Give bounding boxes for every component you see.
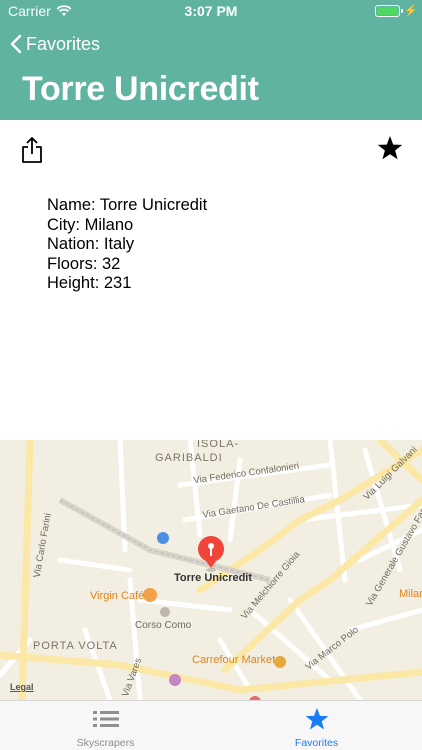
map-pin-icon[interactable]: [197, 536, 225, 572]
skyscraper-details: Name: Torre Unicredit City: Milano Natio…: [47, 196, 207, 294]
tab-bar: Skyscrapers Favorites: [0, 700, 422, 750]
share-button[interactable]: [20, 136, 44, 164]
share-icon: [22, 137, 42, 163]
detail-height: Height: 231: [47, 274, 132, 292]
tab-favorites[interactable]: Favorites: [211, 701, 422, 750]
detail-city: City: Milano: [47, 215, 134, 234]
star-icon: [377, 136, 403, 160]
status-time: 3:07 PM: [184, 3, 238, 19]
map-label-milan: Milar: [399, 588, 422, 600]
star-icon: [305, 707, 328, 730]
map-label-carrefour: Carrefour Market: [192, 654, 276, 666]
detail-nation: Nation: Italy: [47, 235, 135, 253]
map-pin-label: Torre Unicredit: [174, 572, 253, 584]
back-button[interactable]: Favorites: [10, 30, 100, 58]
map-label-virgin-cafe: Virgin Café: [90, 590, 145, 602]
list-icon: [92, 711, 119, 727]
tab-favorites-label: Favorites: [294, 737, 339, 749]
page-title: Torre Unicredit: [22, 70, 259, 108]
map-legal-link[interactable]: Legal: [10, 682, 34, 692]
map-label-corso-como: Corso Como: [135, 620, 192, 631]
tab-skyscrapers[interactable]: Skyscrapers: [0, 701, 211, 750]
map-label-porta-volta: PORTA VOLTA: [33, 640, 118, 652]
map-label-isola: ISOLA-: [197, 440, 240, 450]
battery-icon: [375, 5, 403, 17]
detail-floors: Floors: 32: [47, 254, 121, 273]
favorite-button[interactable]: [376, 134, 404, 162]
status-bar: Carrier 3:07 PM ⚡: [0, 0, 422, 22]
back-button-label: Favorites: [26, 33, 101, 54]
navigation-header: Carrier 3:07 PM ⚡ Favorites Torre Unicre…: [0, 0, 422, 120]
detail-name: Name: Torre Unicredit: [47, 196, 208, 214]
tab-skyscrapers-label: Skyscrapers: [76, 737, 135, 749]
map-label-garibaldi: GARIBALDI: [155, 452, 223, 464]
chevron-left-icon: [10, 34, 22, 54]
charging-icon: ⚡: [404, 5, 418, 17]
